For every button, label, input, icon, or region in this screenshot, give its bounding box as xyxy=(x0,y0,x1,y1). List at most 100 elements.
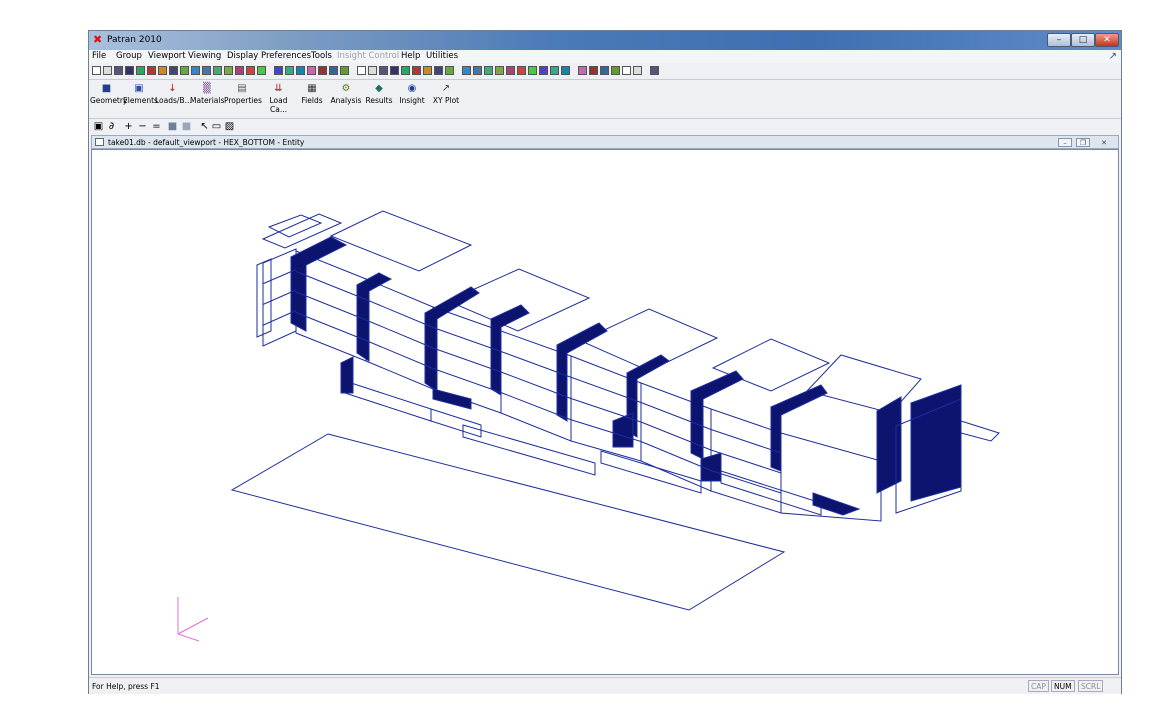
toolbar-tool-icon[interactable] xyxy=(307,66,316,75)
menu-viewport[interactable]: Viewport xyxy=(148,51,186,61)
toolbar-tool-icon[interactable] xyxy=(147,66,156,75)
toolbar-tool-icon[interactable] xyxy=(473,66,482,75)
toolbar-tool-icon[interactable] xyxy=(257,66,266,75)
coordinate-triad-axis xyxy=(177,617,209,635)
app-button-materials[interactable]: ▒ Materials xyxy=(190,82,224,116)
toolbar-tool-icon[interactable] xyxy=(462,66,471,75)
viewport-restore-button[interactable]: ❐ xyxy=(1076,138,1090,147)
toolbar-tool-icon[interactable] xyxy=(274,66,283,75)
app-button-elements[interactable]: ▣ Elements xyxy=(123,82,158,116)
toolbar-tool-icon[interactable] xyxy=(329,66,338,75)
maximize-button[interactable]: □ xyxy=(1071,33,1095,47)
patran-logo-icon: ✖ xyxy=(93,33,103,46)
floor-line xyxy=(365,319,434,349)
app-button-geometry[interactable]: ■ Geometry xyxy=(90,82,127,116)
app-button-loads-b[interactable]: ↓ Loads/B... xyxy=(155,82,192,116)
toolbar-tool-icon[interactable] xyxy=(633,66,642,75)
deck-slab xyxy=(446,268,591,332)
menu-preferences[interactable]: Preferences xyxy=(261,51,311,61)
toolbar-tool-icon[interactable] xyxy=(125,66,134,75)
rectangle-pick-icon[interactable]: ▭ xyxy=(211,121,222,133)
toolbar-tool-icon[interactable] xyxy=(506,66,515,75)
toolbar-tool-icon[interactable] xyxy=(434,66,443,75)
pick-arrow-icon[interactable]: ↖ xyxy=(199,121,210,133)
zoom-out-icon[interactable]: − xyxy=(137,121,148,133)
toolbar-tool-icon[interactable] xyxy=(550,66,559,75)
viewport-close-button[interactable]: ✕ xyxy=(1097,138,1111,147)
title-bar[interactable]: ✖ Patran 2010 – □ ✕ xyxy=(89,31,1121,50)
toolbar-tool-icon[interactable] xyxy=(296,66,305,75)
zoom-in-icon[interactable]: + xyxy=(123,121,134,133)
toolbar-tool-icon[interactable] xyxy=(539,66,548,75)
toolbar-tool-icon[interactable] xyxy=(401,66,410,75)
toolbar-tool-icon[interactable] xyxy=(650,66,659,75)
viewport-minimize-button[interactable]: – xyxy=(1058,138,1072,147)
toolbar-tool-icon[interactable] xyxy=(528,66,537,75)
menu-file[interactable]: File xyxy=(92,51,106,61)
menu-tools[interactable]: Tools xyxy=(311,51,332,61)
polygon-pick-icon[interactable]: ▨ xyxy=(224,121,235,133)
toolbar-tool-icon[interactable] xyxy=(600,66,609,75)
viewport-title-bar[interactable]: take01.db - default_viewport - HEX_BOTTO… xyxy=(91,135,1119,149)
minimize-button[interactable]: – xyxy=(1047,33,1071,47)
shaded-face xyxy=(356,272,393,362)
toolbar-tool-icon[interactable] xyxy=(318,66,327,75)
toolbar-tool-icon[interactable] xyxy=(213,66,222,75)
toolbar-tool-icon[interactable] xyxy=(390,66,399,75)
toolbar-tool-icon[interactable] xyxy=(158,66,167,75)
app-button-insight[interactable]: ◉ Insight xyxy=(395,82,429,116)
toolbar-tool-icon[interactable] xyxy=(495,66,504,75)
app-button-xy-plot[interactable]: ↗ XY Plot xyxy=(429,82,463,116)
toolbar-tool-icon[interactable] xyxy=(92,66,101,75)
shaded-face xyxy=(876,396,902,494)
toolbar-tool-icon[interactable] xyxy=(136,66,145,75)
toolbar-tool-icon[interactable] xyxy=(246,66,255,75)
toolbar-tool-icon[interactable] xyxy=(169,66,178,75)
toolbar-tool-icon[interactable] xyxy=(103,66,112,75)
toolbar-tool-icon[interactable] xyxy=(445,66,454,75)
toolbar-tool-icon[interactable] xyxy=(368,66,377,75)
toolbar-tool-icon[interactable] xyxy=(379,66,388,75)
close-button[interactable]: ✕ xyxy=(1095,33,1119,47)
menu-viewing[interactable]: Viewing xyxy=(188,51,221,61)
app-button-fields[interactable]: ▦ Fields xyxy=(297,82,327,116)
fit-view-icon[interactable]: = xyxy=(151,121,162,133)
help-corner-icon[interactable]: ↗ xyxy=(1109,51,1117,62)
toolbar-tool-icon[interactable] xyxy=(622,66,631,75)
toolbar-tool-icon[interactable] xyxy=(611,66,620,75)
toolbar-tool-icon[interactable] xyxy=(578,66,587,75)
menu-help[interactable]: Help xyxy=(401,51,420,61)
toolbar-tool-icon[interactable] xyxy=(357,66,366,75)
menu-utilities[interactable]: Utilities xyxy=(426,51,458,61)
menu-display[interactable]: Display xyxy=(227,51,258,61)
app-button-load-ca[interactable]: ⇊ Load Ca... xyxy=(260,82,297,116)
app-button-properties[interactable]: ▤ Properties xyxy=(224,82,262,116)
app-button-analysis[interactable]: ⚙ Analysis xyxy=(328,82,364,116)
select-icon[interactable]: ▣ xyxy=(93,121,104,133)
toolbar-tool-icon[interactable] xyxy=(517,66,526,75)
toolbar-tool-icon[interactable] xyxy=(235,66,244,75)
toolbar-tool-icon[interactable] xyxy=(191,66,200,75)
toolbar-tool-icon[interactable] xyxy=(340,66,349,75)
toolbar-tool-icon[interactable] xyxy=(224,66,233,75)
rotate-icon[interactable]: ∂ xyxy=(106,121,117,133)
app-button-results[interactable]: ◆ Results xyxy=(364,82,394,116)
menu-group[interactable]: Group xyxy=(116,51,142,61)
toolbar-tool-icon[interactable] xyxy=(202,66,211,75)
toolbar-tool-icon[interactable] xyxy=(589,66,598,75)
toolbar-tool-icon[interactable] xyxy=(561,66,570,75)
shade-icon[interactable]: ■ xyxy=(167,121,178,133)
toolbar-tool-icon[interactable] xyxy=(180,66,189,75)
status-indicator-scrl: SCRL xyxy=(1078,680,1104,692)
toolbar-tool-icon[interactable] xyxy=(423,66,432,75)
toolbar-tool-icon[interactable] xyxy=(484,66,493,75)
toolbar-tool-icon[interactable] xyxy=(285,66,294,75)
graphics-viewport[interactable] xyxy=(91,149,1119,675)
beam-strip xyxy=(462,424,596,476)
beam-strip xyxy=(600,450,702,494)
toolbar-tool-icon[interactable] xyxy=(114,66,123,75)
toolbar-tool-icon[interactable] xyxy=(412,66,421,75)
shaded-face xyxy=(700,452,722,482)
model-canvas[interactable] xyxy=(92,150,1118,674)
wireframe-icon[interactable]: ■ xyxy=(181,121,192,133)
